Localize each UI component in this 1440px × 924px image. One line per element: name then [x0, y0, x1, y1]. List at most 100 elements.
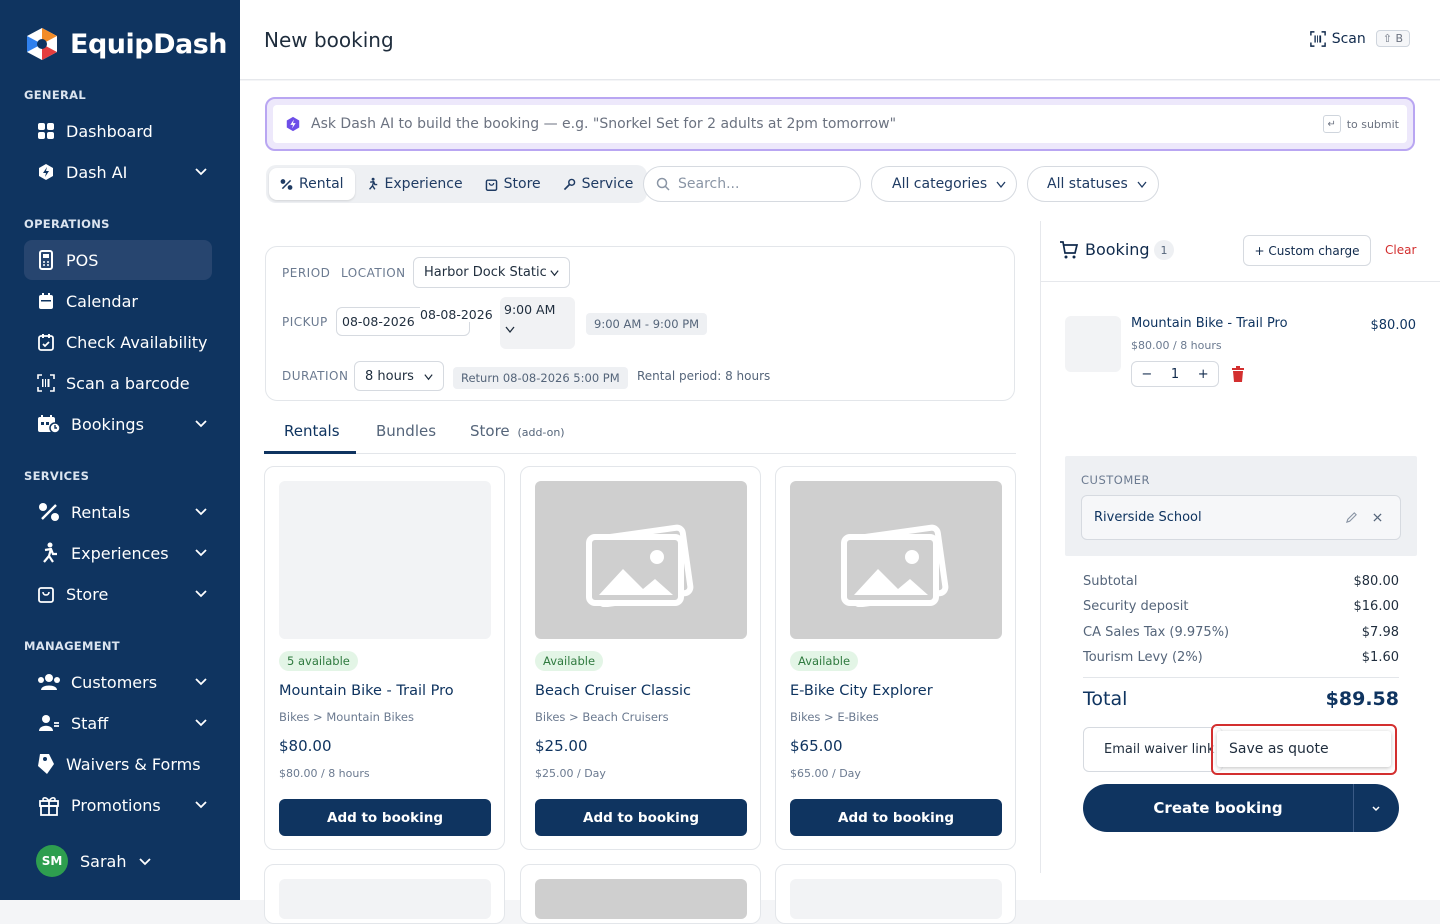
sidebar-item-pos[interactable]: POS — [24, 240, 212, 280]
sidebar-item-bookings[interactable]: Bookings — [24, 404, 212, 444]
product-category: Bikes > Beach Cruisers — [535, 710, 669, 724]
booking-type-tabs: Rental Experience Store Service — [266, 165, 648, 203]
sidebar-item-staff[interactable]: Staff — [24, 703, 212, 743]
levy-row: Tourism Levy (2%) $1.60 — [1083, 650, 1399, 665]
product-card[interactable] — [520, 864, 761, 924]
ai-prompt-input[interactable]: Ask Dash AI to build the booking — e.g. … — [273, 105, 1407, 143]
chevron-down-icon — [1137, 181, 1147, 189]
chevron-down-icon[interactable] — [1370, 802, 1382, 814]
subtotal-row: Subtotal $80.00 — [1083, 574, 1399, 589]
tab-label: Store — [470, 422, 510, 440]
tab-store-addon[interactable]: Store (add-on) — [470, 422, 565, 440]
product-image — [535, 481, 747, 639]
active-tab-indicator — [264, 451, 356, 454]
sidebar-item-dash-ai[interactable]: Dash AI — [24, 152, 212, 192]
return-info-chip: Return 08-08-2026 5:00 PM — [453, 367, 628, 389]
tab-rentals[interactable]: Rentals — [284, 422, 340, 440]
increase-qty-button[interactable]: + — [1198, 367, 1209, 382]
add-to-booking-button[interactable]: Add to booking — [279, 799, 491, 836]
tab-service[interactable]: Service — [552, 168, 645, 200]
location-select[interactable]: Harbor Dock Static — [413, 257, 570, 288]
pickup-time-select[interactable]: 9:00 AM — [500, 297, 575, 349]
sidebar-item-waivers-forms[interactable]: Waivers & Forms — [24, 744, 212, 784]
product-card[interactable] — [775, 864, 1016, 924]
status-filter[interactable]: All statuses — [1027, 166, 1159, 202]
opening-hours-chip: 9:00 AM - 9:00 PM — [586, 313, 708, 335]
calendar-icon — [36, 291, 56, 311]
tab-experience[interactable]: Experience — [355, 168, 474, 200]
search-input[interactable]: Search... — [643, 166, 861, 202]
tax-value: $7.98 — [1361, 625, 1399, 640]
decrease-qty-button[interactable]: − — [1141, 367, 1152, 382]
scan-button[interactable]: Scan ⇧ B — [1309, 30, 1410, 47]
add-to-booking-button[interactable]: Add to booking — [790, 799, 1002, 836]
sidebar-item-check-availability[interactable]: Check Availability — [24, 322, 212, 362]
sidebar-item-label: Scan a barcode — [66, 373, 190, 393]
clear-button[interactable]: Clear — [1385, 243, 1416, 257]
sidebar-item-label: Customers — [71, 672, 158, 692]
tag-icon — [36, 754, 56, 774]
sidebar-item-dashboard[interactable]: Dashboard — [24, 111, 212, 151]
tab-label: Rental — [299, 176, 344, 192]
quantity-stepper: − 1 + — [1131, 361, 1219, 387]
product-name: E-Bike City Explorer — [790, 683, 933, 699]
close-icon[interactable] — [1373, 513, 1382, 522]
app-logo[interactable]: EquipDash — [24, 26, 228, 62]
cart-item-name: Mountain Bike - Trail Pro — [1131, 316, 1288, 331]
product-card[interactable]: Available Beach Cruiser Classic Bikes > … — [520, 466, 761, 850]
product-card[interactable]: Available E-Bike City Explorer Bikes > E… — [775, 466, 1016, 850]
add-to-booking-button[interactable]: Add to booking — [535, 799, 747, 836]
quantity-value[interactable]: 1 — [1171, 367, 1179, 382]
sidebar-item-scan-barcode[interactable]: Scan a barcode — [24, 363, 212, 403]
trash-icon[interactable] — [1231, 366, 1245, 382]
sidebar-item-rentals[interactable]: Rentals — [24, 492, 212, 532]
deposit-value: $16.00 — [1353, 599, 1400, 614]
sidebar-item-label: Staff — [71, 713, 109, 733]
create-booking-button[interactable]: Create booking — [1083, 799, 1353, 817]
email-waiver-button[interactable]: Email waiver link — [1083, 727, 1223, 772]
sidebar-item-label: Calendar — [66, 291, 138, 311]
create-booking-group: Create booking — [1083, 784, 1399, 832]
tab-store[interactable]: Store — [474, 168, 552, 200]
sidebar-item-calendar[interactable]: Calendar — [24, 281, 212, 321]
barcode-icon — [36, 373, 56, 393]
edit-pencil-icon[interactable] — [1345, 511, 1358, 524]
scan-label: Scan — [1331, 30, 1366, 47]
sidebar-item-label: Dash AI — [66, 162, 128, 182]
product-image — [790, 481, 1002, 639]
product-card[interactable] — [264, 864, 505, 924]
category-filter[interactable]: All categories — [871, 166, 1017, 202]
product-card[interactable]: 5 available Mountain Bike - Trail Pro Bi… — [264, 466, 505, 850]
tab-rental[interactable]: Rental — [269, 168, 355, 200]
submit-hint: ↵ to submit — [1322, 115, 1399, 133]
save-as-quote-button[interactable]: Save as quote — [1217, 731, 1391, 767]
avatar: SM — [36, 845, 68, 877]
chevron-down-icon — [195, 801, 207, 809]
sidebar-item-customers[interactable]: Customers — [24, 662, 212, 702]
tab-suffix: (add-on) — [517, 426, 565, 439]
sidebar-item-store[interactable]: Store — [24, 574, 212, 614]
deposit-label: Security deposit — [1083, 599, 1189, 614]
custom-charge-button[interactable]: + Custom charge — [1243, 235, 1371, 266]
duration-select[interactable]: 8 hours — [354, 361, 444, 391]
sidebar-item-label: Promotions — [71, 795, 161, 815]
pickup-label: PICKUP — [282, 315, 328, 329]
tax-row: CA Sales Tax (9.975%) $7.98 — [1083, 625, 1399, 640]
chevron-down-icon — [424, 374, 433, 381]
customer-field[interactable]: Riverside School — [1081, 495, 1401, 540]
ai-shield-icon — [36, 162, 56, 182]
sidebar-item-experiences[interactable]: Experiences — [24, 533, 212, 573]
user-menu[interactable]: SM Sarah — [36, 845, 152, 877]
bookings-icon — [36, 414, 61, 434]
product-image — [535, 879, 747, 919]
chevron-down-icon — [505, 326, 515, 334]
tab-bundles[interactable]: Bundles — [376, 422, 436, 440]
barcode-icon — [1309, 30, 1326, 47]
customer-section: CUSTOMER Riverside School — [1065, 456, 1417, 556]
app-name: EquipDash — [70, 28, 228, 60]
sidebar-item-promotions[interactable]: Promotions — [24, 785, 212, 825]
experiences-icon — [368, 177, 377, 190]
pickup-date-value-overlap: 08-08-2026 — [420, 307, 493, 322]
rentals-icon — [280, 178, 293, 190]
sidebar-item-label: Experiences — [71, 543, 169, 563]
